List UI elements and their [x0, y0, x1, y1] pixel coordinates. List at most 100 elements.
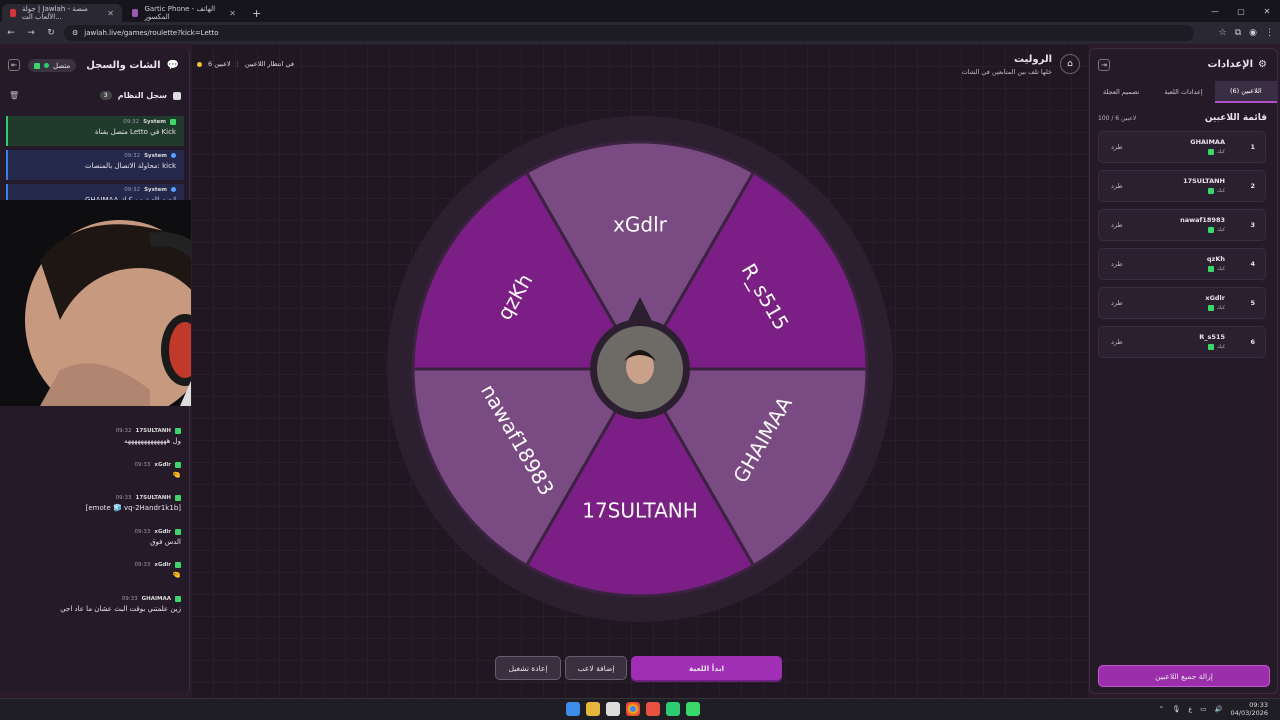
volume-icon[interactable]: 🔊 — [1214, 705, 1222, 713]
kick-player-button[interactable]: طرد — [1111, 338, 1123, 346]
kick-logo-icon — [1207, 266, 1214, 272]
browser-tab-jawlah[interactable]: جولة | Jawlah - منصة الألعاب الت... ✕ — [2, 4, 122, 22]
os-taskbar: ⌃ 🎙 ع ▭ 🔊 09:33 04/03/2026 — [0, 698, 1280, 720]
game-area: 6 لاعبين | في انتظار اللاعبين ⌂ الروليت … — [191, 44, 1088, 698]
kick-logo-icon — [175, 495, 181, 501]
address-bar-row: ← → ↻ ⚙ jawlah.live/games/roulette?kick=… — [0, 22, 1280, 44]
settings-tabs: اللاعبين (6) إعدادات اللعبة تصميم العجلة — [1090, 81, 1277, 103]
info-dot-icon — [171, 187, 176, 192]
kick-player-button[interactable]: طرد — [1111, 299, 1123, 307]
remove-all-players-button[interactable]: إزالة جميع اللاعبين — [1098, 665, 1270, 687]
kick-logo-icon — [175, 462, 181, 468]
tab-players[interactable]: اللاعبين (6) — [1214, 81, 1277, 103]
gear-icon: ⚙ — [1258, 59, 1267, 70]
kick-logo-icon — [175, 529, 181, 535]
kick-logo-icon — [1207, 227, 1214, 233]
microphone-icon[interactable]: 🎙 — [1172, 705, 1180, 713]
chat-message: 09:33 GHAIMAA زين علمتني بوقت البث عشان م… — [60, 596, 181, 613]
kick-logo-icon — [170, 119, 176, 125]
player-card: 4 qzKh كيك طرد — [1098, 248, 1266, 280]
chat-panel-title: الشات والسجل 💬 — [86, 60, 179, 71]
close-tab-icon[interactable]: ✕ — [229, 9, 236, 18]
tab-game-settings[interactable]: إعدادات اللعبة — [1152, 81, 1214, 103]
kick-logo-icon — [1207, 149, 1214, 155]
start-game-button[interactable]: ابدأ اللعبة — [631, 656, 782, 680]
chat-bubble-icon: 💬 — [166, 60, 179, 71]
kick-logo-icon — [1207, 305, 1214, 311]
close-tab-icon[interactable]: ✕ — [107, 9, 114, 18]
maximize-icon[interactable]: ▢ — [1228, 0, 1254, 22]
wheel-segment-label: xGdlr — [613, 212, 668, 236]
kick-player-button[interactable]: طرد — [1111, 221, 1123, 229]
log-icon — [173, 91, 181, 100]
kick-logo-icon — [1207, 344, 1214, 350]
trash-icon[interactable]: 🗑 — [9, 91, 19, 100]
clock[interactable]: 09:33 04/03/2026 — [1231, 701, 1268, 717]
chat-message: 09:32 17SULTANH ول هههههههههههههه — [115, 428, 181, 445]
collapse-panel-icon[interactable]: ⇥ — [1098, 59, 1110, 71]
player-card: 6 R_s515 كيك طرد — [1098, 326, 1266, 358]
wheel-segment-label: 17SULTANH — [582, 499, 698, 523]
file-explorer-icon[interactable] — [586, 702, 600, 716]
online-dot-icon — [44, 63, 49, 68]
kick-logo-icon — [175, 562, 181, 568]
kick-app-icon[interactable] — [686, 702, 700, 716]
language-indicator[interactable]: ع — [1188, 705, 1192, 713]
home-icon[interactable]: ⌂ — [1060, 54, 1080, 74]
connection-status-badge: متصل — [28, 59, 77, 72]
chat-message: 09:33 17SULTANH [emote 🧊 vq-2Handr1k1b] — [85, 495, 181, 512]
kick-player-button[interactable]: طرد — [1111, 260, 1123, 268]
bookmark-star-icon[interactable]: ☆ — [1219, 28, 1227, 38]
chat-message: 09:33 xGdlr 🤏 — [134, 462, 181, 479]
game-subtitle: خلها تلف بين المتابعين في الشات — [961, 68, 1052, 76]
player-card: 2 17SULTANH كيك طرد — [1098, 170, 1266, 202]
close-window-icon[interactable]: ✕ — [1254, 0, 1280, 22]
forward-icon[interactable]: → — [22, 24, 40, 42]
system-log-header[interactable]: 3 سجل النظام — [99, 91, 181, 100]
minimize-icon[interactable]: — — [1202, 0, 1228, 22]
chat-message: 09:33 xGdlr الدس فوق — [134, 529, 181, 546]
player-card: 5 xGdlr كيك طرد — [1098, 287, 1266, 319]
system-log-count-badge: 3 — [99, 91, 112, 100]
kick-logo-icon — [34, 62, 40, 69]
players-list-count: 100 / 6 لاعبين — [1098, 115, 1137, 122]
info-dot-icon — [171, 153, 176, 158]
add-player-button[interactable]: إضافة لاعب — [565, 656, 627, 680]
profile-icon[interactable]: ◉ — [1249, 28, 1257, 38]
start-menu-icon[interactable] — [566, 702, 580, 716]
site-info-icon[interactable]: ⚙ — [72, 29, 78, 37]
back-icon[interactable]: ← — [2, 24, 20, 42]
collapse-panel-icon[interactable]: ⇤ — [8, 59, 20, 71]
menu-dots-icon[interactable]: ⋮ — [1265, 28, 1274, 38]
waiting-status: 6 لاعبين | في انتظار اللاعبين — [197, 60, 294, 68]
player-card: 3 nawaf18983 كيك طرد — [1098, 209, 1266, 241]
calendar-app-icon[interactable] — [606, 702, 620, 716]
brave-icon[interactable] — [646, 702, 660, 716]
network-icon[interactable]: ▭ — [1200, 705, 1206, 713]
players-list-title: قائمة اللاعبين — [1204, 113, 1267, 123]
roulette-wheel[interactable]: xGdlrR_s515GHAIMAA17SULTANHnawaf18983qzK… — [385, 114, 895, 624]
settings-panel: ⇥ الإعدادات ⚙ اللاعبين (6) إعدادات اللعب… — [1089, 48, 1278, 694]
new-tab-button[interactable]: + — [244, 4, 269, 22]
reload-icon[interactable]: ↻ — [42, 24, 60, 42]
status-dot-icon — [197, 61, 202, 67]
tray-expand-icon[interactable]: ⌃ — [1159, 705, 1164, 713]
kick-player-button[interactable]: طرد — [1111, 143, 1123, 151]
url-field[interactable]: ⚙ jawlah.live/games/roulette?kick=Letto — [64, 25, 1194, 41]
browser-tab-gartic[interactable]: Gartic Phone - الهاتف المكسور ✕ — [124, 4, 244, 22]
app-root: ⇤ متصل الشات والسجل 💬 🗑 3 سجل النظام 09:… — [0, 44, 1280, 698]
kick-logo-icon — [175, 428, 181, 434]
game-title: الروليت — [1013, 54, 1052, 65]
extensions-icon[interactable]: ⧉ — [1235, 28, 1241, 38]
restart-button[interactable]: إعادة تشغيل — [495, 656, 561, 680]
chrome-icon[interactable] — [626, 702, 640, 716]
tab-wheel-design[interactable]: تصميم العجلة — [1090, 81, 1152, 103]
kick-player-button[interactable]: طرد — [1111, 182, 1123, 190]
settings-title: الإعدادات ⚙ — [1207, 59, 1268, 70]
tab-favicon-icon — [10, 9, 16, 17]
app-icon[interactable] — [666, 702, 680, 716]
tab-favicon-icon — [132, 9, 139, 17]
player-card: 1 GHAIMAA كيك طرد — [1098, 131, 1266, 163]
system-log-entry: 09:32 System متصل بقناة Letto في Kick — [6, 116, 184, 146]
kick-logo-icon — [175, 596, 181, 602]
